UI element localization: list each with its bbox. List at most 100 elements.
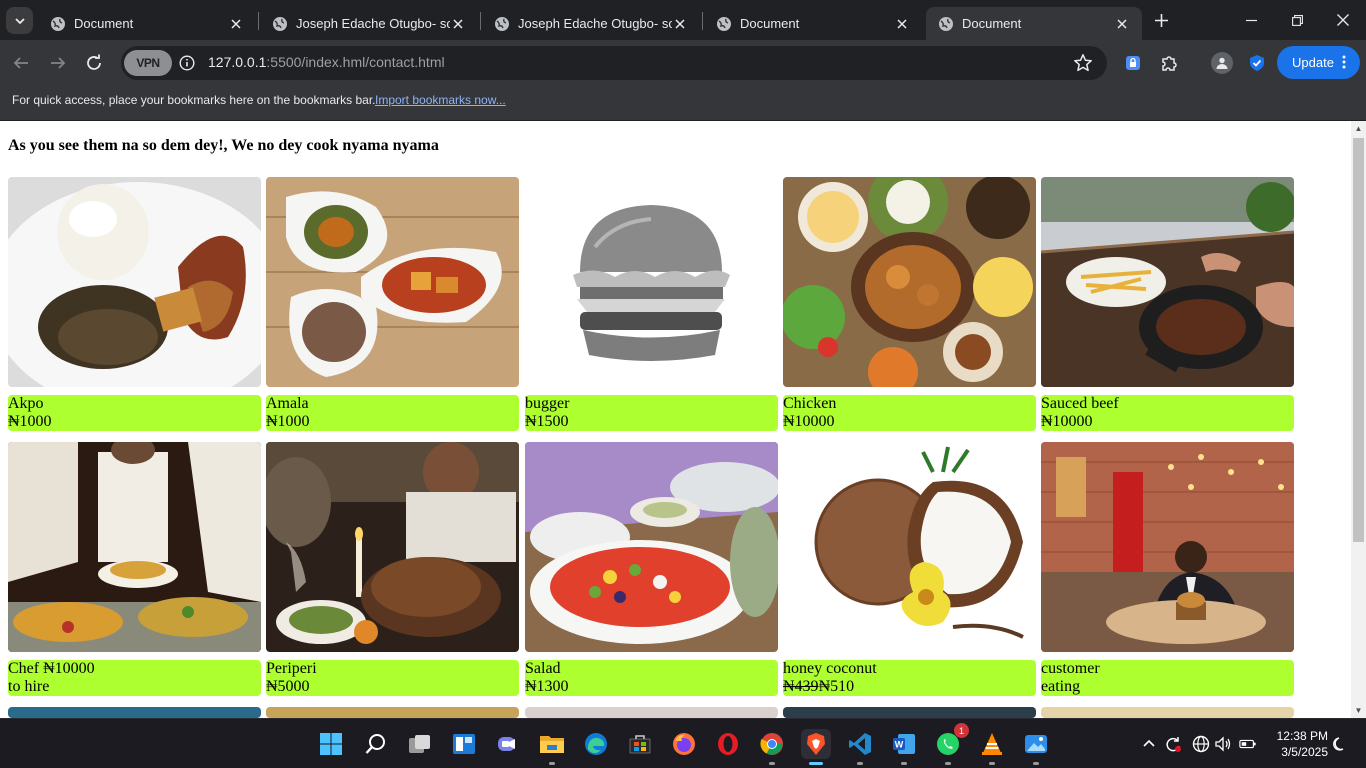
scroll-thumb[interactable] <box>1353 138 1364 542</box>
firefox-icon[interactable] <box>669 729 699 759</box>
tab-2[interactable]: Joseph Edache Otugbo- soft <box>260 7 478 40</box>
clock-date: 3/5/2025 <box>1281 745 1328 759</box>
food-image-partial <box>525 707 778 718</box>
item-label: customer eating <box>1041 660 1294 696</box>
import-bookmarks-link[interactable]: Import bookmarks now... <box>375 93 506 107</box>
language-globe-icon[interactable] <box>1192 735 1210 753</box>
chevron-up-icon[interactable] <box>1140 735 1158 753</box>
sync-icon[interactable] <box>1164 735 1182 753</box>
scroll-down-arrow[interactable]: ▼ <box>1354 706 1363 715</box>
tab-1[interactable]: Document <box>38 7 256 40</box>
tab-3[interactable]: Joseph Edache Otugbo- soft <box>482 7 700 40</box>
edge-icon[interactable] <box>581 729 611 759</box>
extensions-button[interactable] <box>1158 52 1180 74</box>
vpn-button[interactable]: VPN <box>124 50 172 76</box>
vpn-label: VPN <box>136 56 160 70</box>
food-image-chefs <box>8 442 261 652</box>
battery-icon[interactable] <box>1239 735 1257 753</box>
whatsapp-icon[interactable]: 1 <box>933 723 969 765</box>
tab-separator <box>702 12 703 30</box>
food-image-chicken-platter <box>783 177 1036 387</box>
scroll-up-arrow[interactable]: ▲ <box>1354 124 1363 133</box>
item-label: Amala ₦1000 <box>266 395 519 431</box>
url-text[interactable]: 127.0.0.1:5500/index.hml/contact.html <box>208 54 445 70</box>
globe-icon <box>273 16 287 31</box>
item-price: ₦10000 <box>783 413 835 430</box>
food-image-partial <box>266 707 519 718</box>
brave-icon[interactable] <box>801 729 831 765</box>
search-icon[interactable] <box>361 729 391 759</box>
item-name: bugger <box>525 395 570 412</box>
close-icon <box>1337 14 1349 26</box>
svg-text:W: W <box>895 740 904 750</box>
page-viewport: As you see them na so dem dey!, We no de… <box>0 121 1366 718</box>
address-bar[interactable]: VPN 127.0.0.1:5500/index.hml/contact.htm… <box>121 46 1107 80</box>
puzzle-icon <box>1162 56 1177 71</box>
notification-moon-icon[interactable] <box>1331 735 1349 753</box>
info-icon[interactable] <box>179 55 195 71</box>
tab-5-active[interactable]: Document <box>926 7 1142 40</box>
tab-title: Document <box>740 16 800 31</box>
arrow-left-icon <box>13 57 28 69</box>
widgets-icon[interactable] <box>449 729 479 759</box>
forward-button[interactable] <box>45 50 71 76</box>
item-name: customer <box>1041 660 1100 677</box>
item-name: Chicken <box>783 395 837 412</box>
url-host: 127.0.0.1 <box>208 54 267 70</box>
tab-search-button[interactable] <box>6 7 33 34</box>
arrow-right-icon <box>51 57 66 69</box>
reload-button[interactable] <box>81 50 107 76</box>
tab-title: Document <box>74 16 134 31</box>
bookmarks-bar: For quick access, place your bookmarks h… <box>0 85 1366 121</box>
system-clock[interactable]: 12:38 PM 3/5/2025 <box>1268 728 1328 760</box>
store-icon[interactable] <box>625 729 655 759</box>
restore-button[interactable] <box>1274 0 1320 40</box>
task-view-icon[interactable] <box>405 729 435 759</box>
bookmarks-hint: For quick access, place your bookmarks h… <box>12 93 376 107</box>
item-label: Akpo ₦1000 <box>8 395 261 431</box>
minimize-button[interactable] <box>1228 0 1274 40</box>
update-button[interactable]: Update <box>1277 46 1360 79</box>
chrome-icon[interactable] <box>757 729 787 765</box>
food-image-coconut <box>783 442 1036 652</box>
bookmark-star-icon[interactable] <box>1073 53 1093 73</box>
volume-icon[interactable] <box>1214 735 1232 753</box>
item-name: Akpo <box>8 395 44 412</box>
close-icon[interactable] <box>450 16 466 32</box>
vlc-icon[interactable] <box>977 729 1007 765</box>
item-name: Sauced beef <box>1041 395 1119 412</box>
tab-4[interactable]: Document <box>704 7 922 40</box>
close-icon[interactable] <box>894 16 910 32</box>
word-icon[interactable]: W <box>889 729 919 765</box>
item-price: ₦1300 <box>525 678 569 695</box>
close-window-button[interactable] <box>1320 0 1366 40</box>
back-button[interactable] <box>8 50 34 76</box>
profile-button[interactable] <box>1211 52 1233 74</box>
close-icon[interactable] <box>672 16 688 32</box>
photos-icon[interactable] <box>1021 729 1051 765</box>
scrollbar[interactable]: ▲ ▼ <box>1351 121 1366 718</box>
teams-icon[interactable] <box>493 729 523 759</box>
food-image-periperi <box>266 442 519 652</box>
old-price: ₦439 <box>783 678 819 695</box>
file-explorer-icon[interactable] <box>537 729 567 765</box>
new-tab-button[interactable] <box>1151 10 1171 30</box>
update-label: Update <box>1292 55 1334 70</box>
close-icon[interactable] <box>1114 16 1130 32</box>
food-image-salad <box>525 442 778 652</box>
password-manager-button[interactable] <box>1122 52 1144 74</box>
tab-title: Joseph Edache Otugbo- soft <box>296 16 450 31</box>
shield-check-icon <box>1250 55 1264 71</box>
close-icon[interactable] <box>228 16 244 32</box>
opera-icon[interactable] <box>713 729 743 759</box>
food-image-partial <box>8 707 261 718</box>
browser-toolbar: VPN 127.0.0.1:5500/index.hml/contact.htm… <box>0 40 1366 85</box>
security-extension-button[interactable] <box>1246 52 1268 74</box>
vscode-icon[interactable] <box>845 729 875 765</box>
item-name: honey coconut <box>783 660 877 677</box>
windows-start-icon[interactable] <box>316 729 346 759</box>
food-image-amala <box>266 177 519 387</box>
more-vert-icon <box>1342 55 1346 69</box>
tab-title: Joseph Edache Otugbo- soft <box>518 16 672 31</box>
item-price: to hire <box>8 678 50 695</box>
